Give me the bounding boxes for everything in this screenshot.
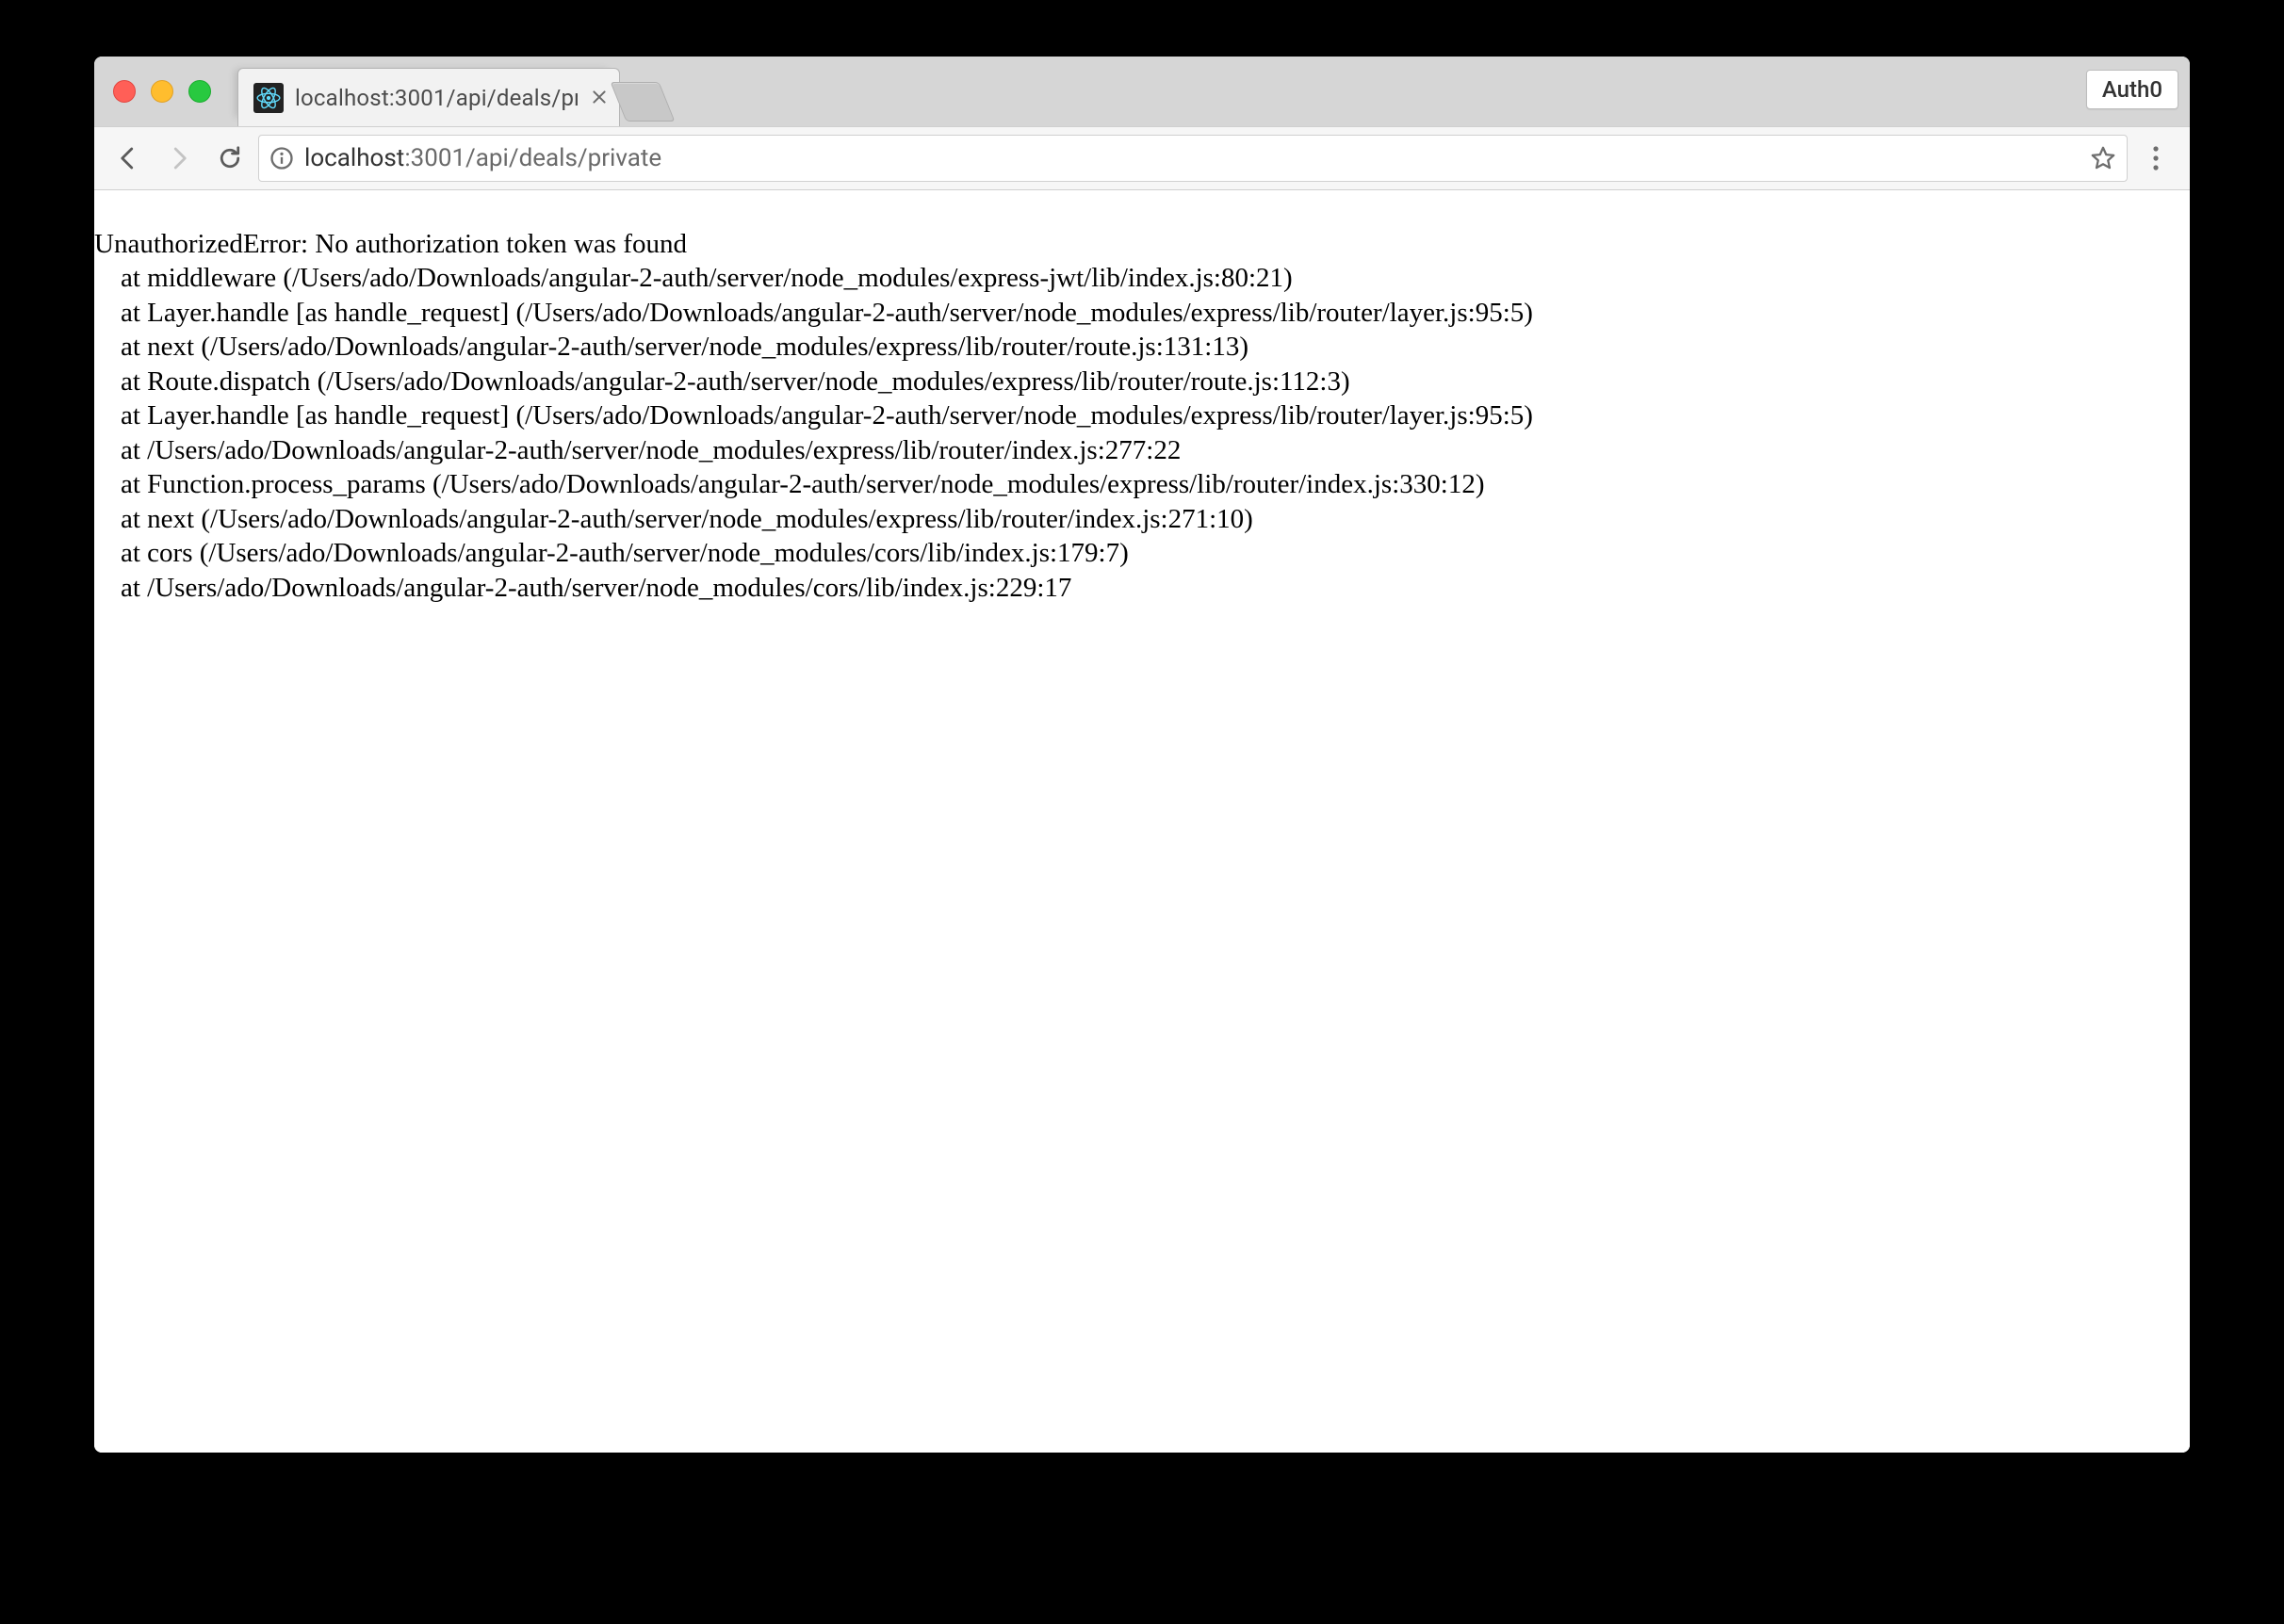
url-path: :3001/api/deals/private xyxy=(404,144,661,172)
window-minimize-button[interactable] xyxy=(151,80,173,103)
address-bar[interactable]: localhost:3001/api/deals/private xyxy=(258,135,2128,182)
stack-frame: at cors (/Users/ado/Downloads/angular-2-… xyxy=(94,536,2190,571)
browser-toolbar: localhost:3001/api/deals/private xyxy=(94,126,2190,190)
stack-frame: at Layer.handle [as handle_request] (/Us… xyxy=(94,296,2190,331)
back-button[interactable] xyxy=(106,136,151,181)
stack-frame: at /Users/ado/Downloads/angular-2-auth/s… xyxy=(94,571,2190,606)
browser-window: localhost:3001/api/deals/priva Auth0 loc… xyxy=(94,57,2190,1453)
reload-button[interactable] xyxy=(207,136,253,181)
auth0-extension-badge[interactable]: Auth0 xyxy=(2086,70,2178,109)
window-maximize-button[interactable] xyxy=(188,80,211,103)
page-content: UnauthorizedError: No authorization toke… xyxy=(94,190,2190,1453)
url-text: localhost:3001/api/deals/private xyxy=(304,144,661,172)
stack-frame: at middleware (/Users/ado/Downloads/angu… xyxy=(94,261,2190,296)
stack-frame: at Route.dispatch (/Users/ado/Downloads/… xyxy=(94,365,2190,399)
stack-frame: at Function.process_params (/Users/ado/D… xyxy=(94,467,2190,502)
extension-label: Auth0 xyxy=(2102,76,2162,103)
tab-title: localhost:3001/api/deals/priva xyxy=(295,85,578,111)
tab-close-button[interactable] xyxy=(589,88,610,108)
stack-frame: at Layer.handle [as handle_request] (/Us… xyxy=(94,398,2190,433)
window-traffic-lights xyxy=(113,80,211,103)
bookmark-star-icon[interactable] xyxy=(2089,144,2117,172)
stack-frame: at next (/Users/ado/Downloads/angular-2-… xyxy=(94,330,2190,365)
stack-frame: at next (/Users/ado/Downloads/angular-2-… xyxy=(94,502,2190,537)
forward-button[interactable] xyxy=(156,136,202,181)
tab-strip: localhost:3001/api/deals/priva Auth0 xyxy=(94,57,2190,126)
browser-menu-button[interactable] xyxy=(2133,136,2178,181)
react-favicon-icon xyxy=(253,83,284,113)
window-close-button[interactable] xyxy=(113,80,136,103)
error-headline: UnauthorizedError: No authorization toke… xyxy=(94,227,2190,262)
stack-frame: at /Users/ado/Downloads/angular-2-auth/s… xyxy=(94,433,2190,468)
url-host: localhost xyxy=(304,144,404,172)
site-info-icon[interactable] xyxy=(269,145,295,171)
browser-tab[interactable]: localhost:3001/api/deals/priva xyxy=(237,68,620,126)
